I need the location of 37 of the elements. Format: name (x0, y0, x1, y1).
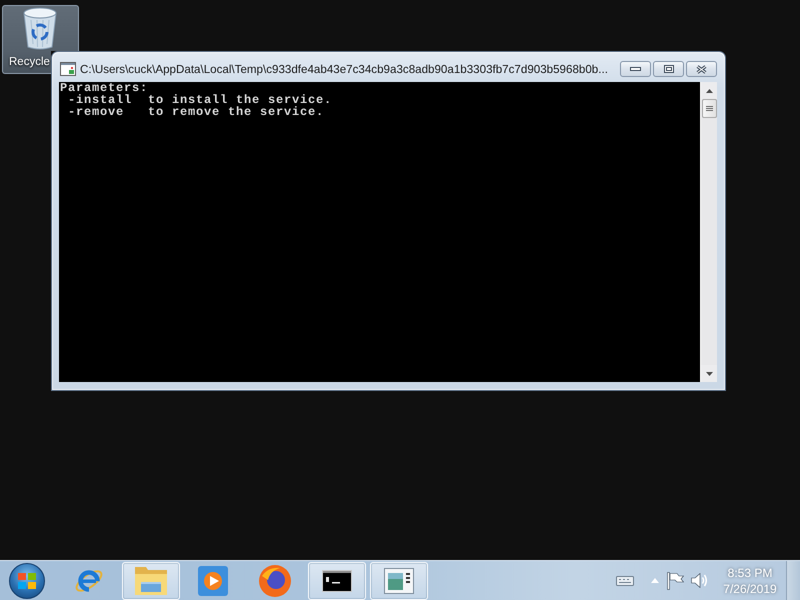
clock-date[interactable]: 7/26/2019 (723, 580, 777, 596)
app-window-icon (60, 62, 76, 76)
speaker-icon (691, 573, 708, 588)
play-icon (198, 566, 228, 596)
grip-icon (706, 106, 712, 111)
keyboard-icon (616, 576, 634, 586)
maximize-button[interactable] (653, 61, 684, 77)
window-icon (384, 568, 414, 594)
desktop-icon[interactable] (2, 5, 79, 51)
window-title: C:\Users\cuck\AppData\Local\Temp\c933dfe4ab43e7c34cb9a3c8adb90a1b3303fb7c7d903b5968b0b... (80, 62, 608, 76)
scroll-down-button[interactable] (701, 365, 717, 382)
caret-down-icon (706, 372, 712, 376)
option-description: to remove the service. (148, 106, 324, 118)
caret-up-icon (651, 578, 659, 583)
flag-icon (667, 572, 684, 590)
option-name: -remove (68, 106, 124, 118)
taskbar-button[interactable] (308, 562, 366, 600)
scroll-thumb[interactable] (702, 99, 716, 118)
scrollbar-track[interactable] (700, 82, 717, 382)
terminal-icon (322, 570, 352, 592)
clock-time[interactable]: 8:53 PM (728, 564, 772, 580)
minimize-icon (630, 67, 641, 71)
option-description: to install the service. (148, 94, 332, 106)
close-button[interactable] (686, 61, 717, 77)
option-name: -install (68, 94, 132, 106)
console-heading: Parameters: (60, 82, 148, 94)
icon-label: Recycle (2, 51, 51, 74)
folder-icon (135, 566, 167, 594)
close-icon (696, 64, 707, 74)
caret-up-icon (706, 88, 712, 92)
minimize-button[interactable] (620, 61, 651, 77)
globe-icon (259, 564, 291, 596)
maximize-icon (664, 65, 674, 73)
flag-logo-icon (18, 572, 36, 588)
recycle-bin-icon (22, 7, 58, 51)
start-button[interactable] (9, 562, 45, 598)
scroll-up-button[interactable] (701, 82, 717, 99)
